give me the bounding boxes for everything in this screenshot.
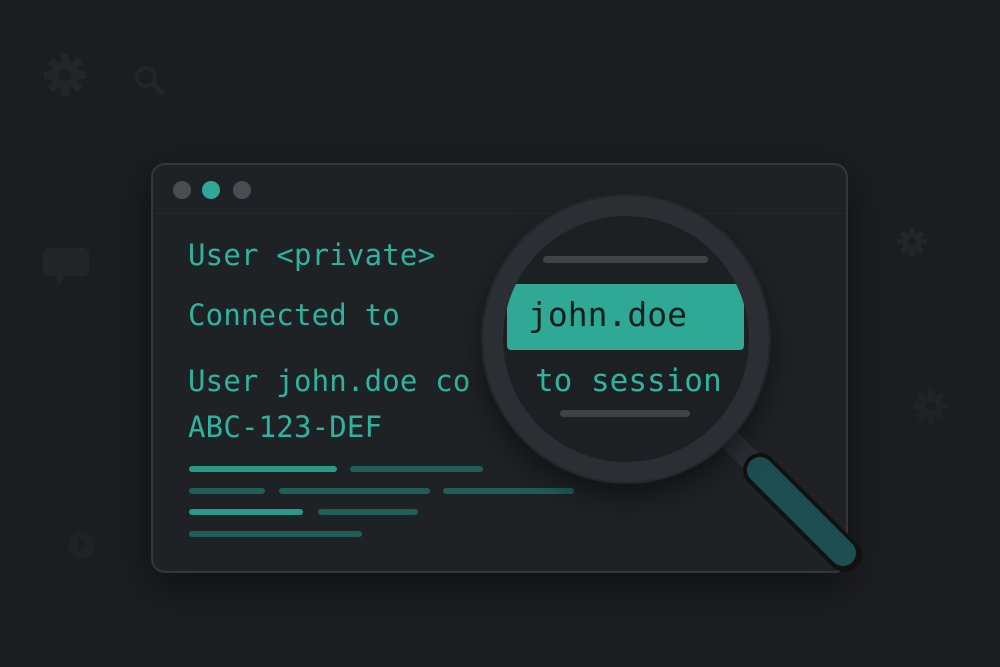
play-circle-icon (68, 532, 94, 558)
magnifier-icon (483, 196, 769, 482)
placeholder-bar (189, 509, 303, 515)
maximize-dot[interactable] (233, 181, 251, 199)
placeholder-bar (189, 488, 265, 494)
log-line-private: User <private> (188, 238, 436, 272)
placeholder-bar (318, 509, 418, 515)
placeholder-bar (350, 466, 483, 472)
chat-bubble-icon (43, 248, 89, 284)
active-dot[interactable] (202, 181, 220, 199)
placeholder-bar (279, 488, 430, 494)
close-dot[interactable] (173, 181, 191, 199)
placeholder-bar (189, 466, 337, 472)
log-line-user: User john.doe co (188, 364, 471, 398)
magnifier-handle (722, 432, 862, 572)
window-titlebar (153, 165, 846, 214)
gear-icon (913, 388, 949, 424)
gear-icon (44, 54, 86, 96)
search-icon (135, 66, 165, 96)
placeholder-bar (189, 531, 362, 537)
gear-icon (897, 227, 927, 257)
log-line-session-id: ABC-123-DEF (188, 410, 383, 444)
placeholder-bar (443, 488, 574, 494)
log-line-connected: Connected to (188, 298, 400, 332)
